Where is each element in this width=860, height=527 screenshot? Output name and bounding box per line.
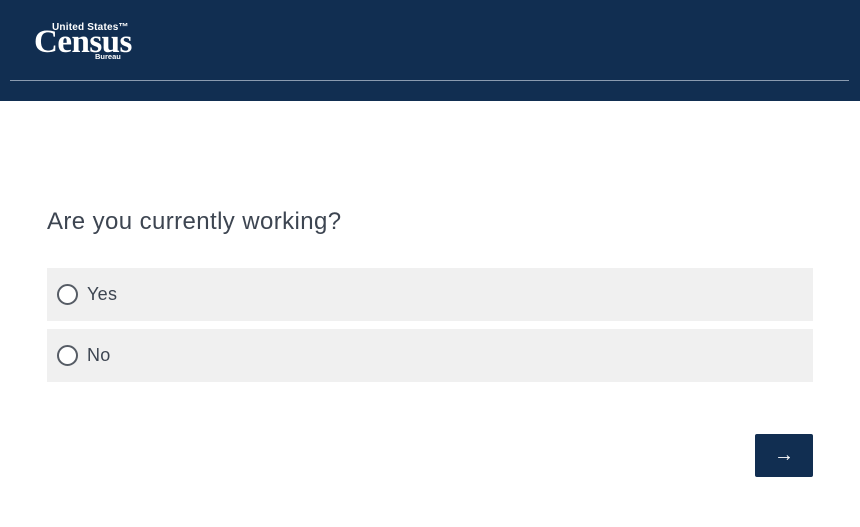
option-no-label: No (87, 345, 111, 365)
logo-bottom-text: Bureau (95, 52, 121, 61)
radio-no[interactable] (57, 345, 78, 366)
option-yes[interactable]: Yes (47, 268, 813, 321)
next-button[interactable]: → (755, 434, 813, 477)
header-divider (10, 80, 849, 81)
site-header: United States™ Census Bureau (0, 0, 860, 101)
census-bureau-logo[interactable]: United States™ Census Bureau (34, 22, 134, 62)
option-no[interactable]: No (47, 329, 813, 382)
right-arrow-icon: → (774, 444, 794, 466)
question-text: Are you currently working? (47, 208, 342, 235)
radio-yes[interactable] (57, 284, 78, 305)
option-yes-label: Yes (87, 284, 118, 304)
